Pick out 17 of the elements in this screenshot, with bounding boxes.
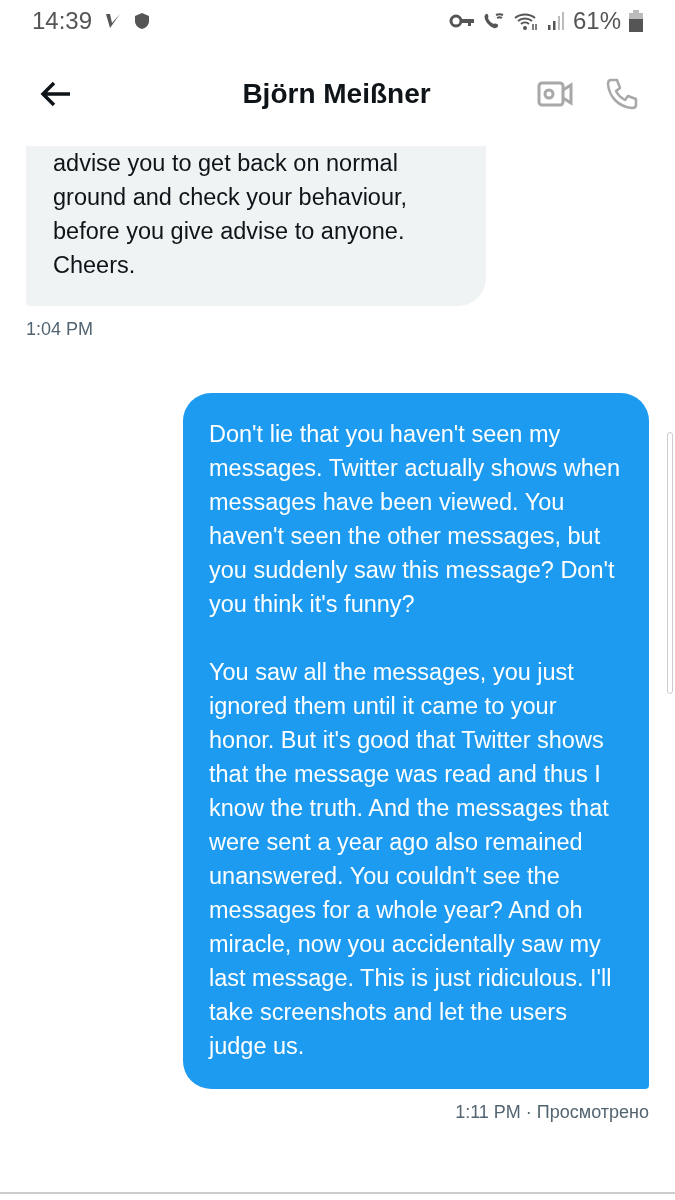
battery-percent: 61% <box>572 6 621 36</box>
conversation-title: Björn Meißner <box>242 77 431 111</box>
wifi-call-icon <box>482 11 505 31</box>
key-icon <box>448 13 475 29</box>
video-call-button[interactable] <box>537 79 573 109</box>
battery-icon <box>629 10 643 32</box>
message-text: You saw all the messages, you just ignored them until it came to your honor. But it's good that Twitter shows that the message was read and thus I know the truth. And the messages that were sent a year ago also remained unanswered. You couldn't see the messages for a whole year? And oh miracle, now you accidentally saw my last message. This is just ridiculous. I'll take screenshots and let the users judge us. <box>209 658 613 1061</box>
wifi-icon <box>512 11 539 31</box>
signal-icon <box>546 11 565 31</box>
back-arrow-icon <box>40 81 72 107</box>
message-text: Don't lie that you haven't seen my messages. Twitter actually shows when messages have been viewed. You haven't seen the other messages, but you suddenly saw this message? Don't you think it's funny? <box>209 420 621 619</box>
shield-icon <box>134 12 151 30</box>
phone-call-button[interactable] <box>605 77 639 111</box>
message-meta: 1:11 PM · Просмотрено <box>455 1101 649 1124</box>
message-text: advise you to get back on normal ground and check your behaviour, before you give advise to anyone. Cheers. <box>53 149 409 280</box>
message-meta: 1:04 PM <box>26 318 94 341</box>
status-time: 14:39 <box>32 6 93 36</box>
